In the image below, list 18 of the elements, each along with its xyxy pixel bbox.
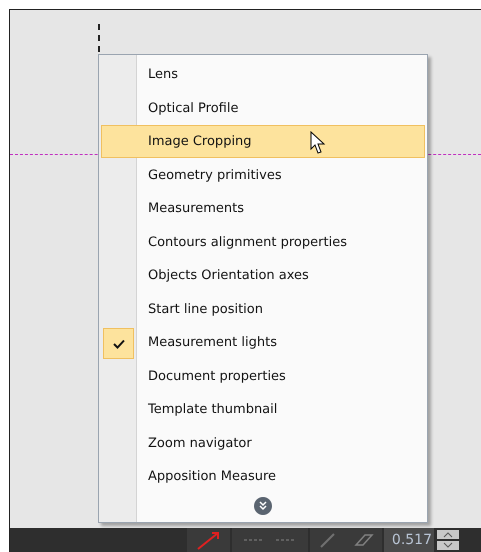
menu-item[interactable]: Objects Orientation axes [101,259,425,292]
scroll-down-icon[interactable] [254,496,272,514]
value-field[interactable]: 0.517 [384,528,434,552]
menu-item[interactable]: Start line position [101,292,425,326]
menu-item[interactable]: Measurements [101,192,425,225]
spinner-icon[interactable] [436,528,460,552]
menu-item[interactable]: Geometry primitives [101,158,425,192]
menu-item[interactable]: Image Cropping [101,125,425,158]
menu-item[interactable]: Lens [101,58,425,91]
cursor-icon [310,131,326,155]
menu-item[interactable]: Document properties [101,360,425,392]
menu-item[interactable]: Optical Profile [101,92,425,124]
menu-item[interactable]: Measurement lights [101,326,425,359]
menu-item[interactable]: Template thumbnail [101,393,425,426]
menu-item[interactable]: Contours alignment properties [101,226,425,258]
menu-item[interactable]: Zoom navigator [101,426,425,460]
measure-arrow-icon[interactable] [196,530,222,550]
menu-item[interactable]: Apposition Measure [101,460,425,493]
